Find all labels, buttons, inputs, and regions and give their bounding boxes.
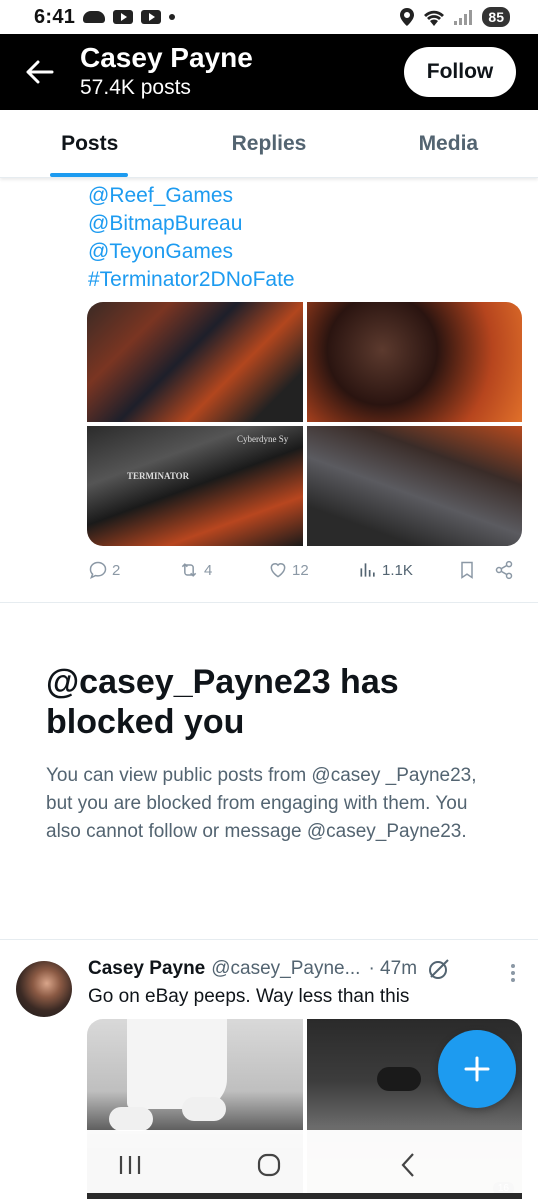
follow-button[interactable]: Follow [404,47,516,97]
bookmark-icon [461,561,473,579]
blocked-description: You can view public posts from @casey _P… [46,765,477,842]
recent-apps-button[interactable] [100,1140,160,1190]
mention-link[interactable]: @TeyonGames [88,238,295,266]
media-image[interactable] [306,302,522,422]
mention-link[interactable]: @Reef_Games [88,182,295,210]
plus-icon [464,1056,490,1082]
media-image[interactable] [306,426,522,546]
reply-button[interactable]: 2 [88,560,178,580]
views-button[interactable]: 1.1K [358,560,458,580]
dot-icon [169,14,176,20]
status-bar: 6:41 85 [0,0,538,34]
repost-icon [181,563,197,577]
chevron-left-icon [401,1152,415,1177]
reply-count: 2 [112,561,121,579]
back-button[interactable] [0,34,80,110]
like-button[interactable]: 12 [268,560,358,580]
bookmark-button[interactable] [458,560,494,580]
blocked-notice: @casey_Payne23 has blocked you You can v… [0,604,538,940]
profile-header: Casey Payne 57.4K posts Follow [0,34,538,110]
controller-shape [376,1067,421,1091]
tweet-card[interactable]: @Reef_Games @BitmapBureau @TeyonGames #T… [0,178,538,603]
heart-icon [270,563,286,578]
posts-count: 57.4K posts [80,76,191,99]
tweet-time: · 47m [368,958,418,979]
tweet-header: Casey Payne @casey_Payne... · 47m [88,957,518,981]
author-name[interactable]: Casey Payne [88,957,205,981]
youtube-icon [141,10,162,24]
grok-icon[interactable] [427,957,451,981]
more-options-icon[interactable] [510,963,516,983]
wifi-icon [424,10,445,26]
views-count: 1.1K [382,561,413,579]
media-grid: Cyberdyne Sy TERMINATOR [87,302,522,546]
recent-apps-icon [119,1155,140,1174]
tweet-links: @Reef_Games @BitmapBureau @TeyonGames #T… [88,182,295,294]
signal-icon [454,10,473,25]
tab-posts[interactable]: Posts [0,110,179,177]
media-image-edge [87,1193,522,1199]
youtube-icon [113,10,134,24]
location-icon [400,8,415,26]
back-nav-button[interactable] [378,1140,438,1190]
author-handle: @casey_Payne... [211,958,361,979]
media-image[interactable]: Cyberdyne Sy TERMINATOR [87,426,303,546]
battery-indicator: 85 [482,7,510,27]
controller-shape [182,1097,226,1121]
mention-link[interactable]: @BitmapBureau [88,210,295,238]
like-count: 12 [292,561,309,579]
compose-button[interactable] [438,1030,516,1108]
console-shape [127,1019,227,1109]
controller-shape [109,1107,153,1131]
arrow-left-icon [26,60,54,84]
tweet-actions: 2 4 12 1.1K [88,560,518,580]
profile-name: Casey Payne [80,42,253,73]
share-icon [495,560,513,580]
views-icon [360,563,375,577]
share-button[interactable] [494,560,514,580]
profile-tabs: Posts Replies Media [0,110,538,178]
home-icon [257,1153,281,1176]
status-time: 6:41 [34,5,76,28]
media-image[interactable] [87,302,303,422]
cloud-icon [83,11,106,23]
image-text: TERMINATOR [127,471,190,481]
hashtag-link[interactable]: #Terminator2DNoFate [88,266,295,294]
tab-media[interactable]: Media [359,110,538,177]
tweet-text: Go on eBay peeps. Way less than this [88,986,410,1007]
tab-replies[interactable]: Replies [179,110,358,177]
reply-icon [89,561,107,579]
blocked-title: @casey_Payne23 has blocked you [46,663,399,741]
repost-count: 4 [204,561,213,579]
avatar[interactable] [16,961,72,1017]
system-nav-bar [0,1130,538,1199]
home-button[interactable] [239,1140,299,1190]
repost-button[interactable]: 4 [178,560,268,580]
image-text: Cyberdyne Sy [237,434,289,444]
